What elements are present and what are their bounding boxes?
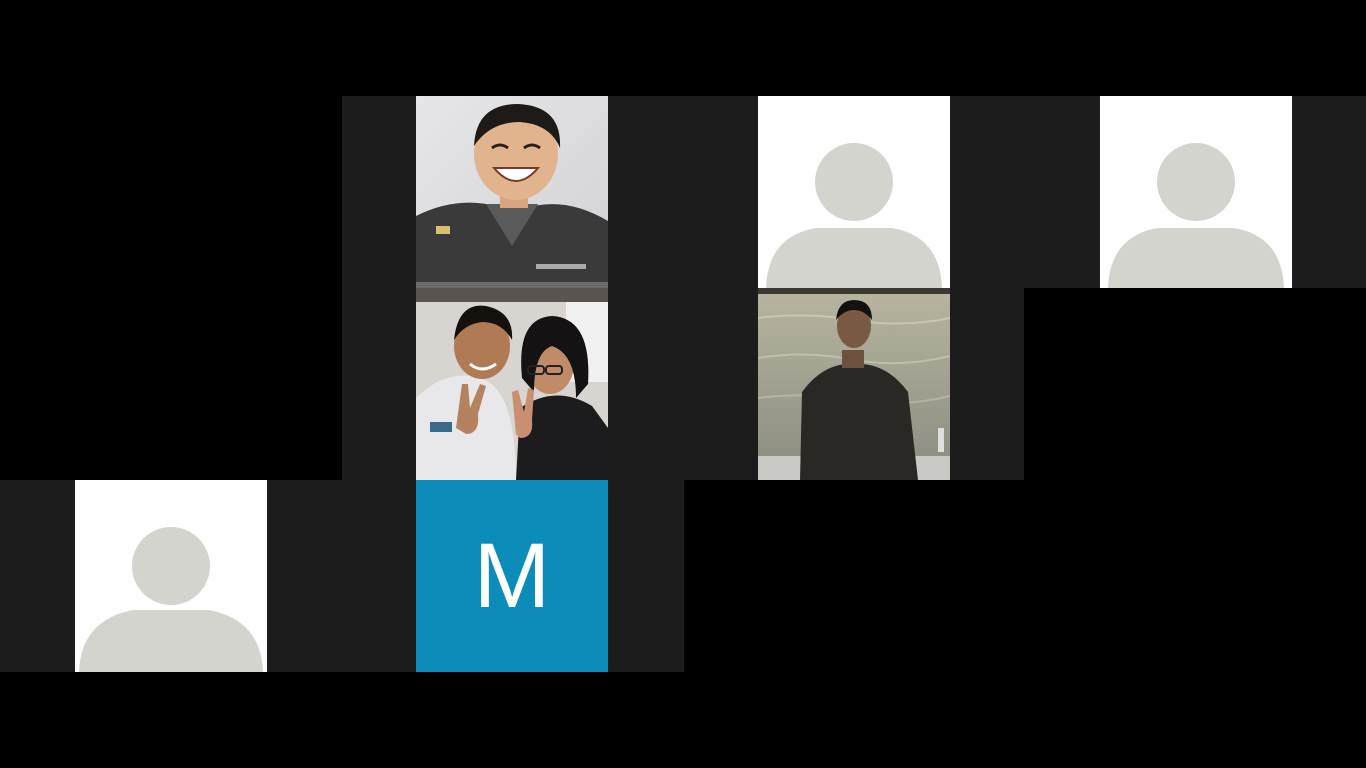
two-people-peace-sign-photo [416,288,608,480]
participant-avatar-tile[interactable] [75,480,267,672]
default-avatar-icon [75,480,267,672]
participant-avatar-tile[interactable] [1100,96,1292,288]
video-gallery: M [0,0,1366,768]
participant-video-tile[interactable] [416,96,608,288]
person-by-lake-photo [758,288,950,480]
participant-initial-tile[interactable]: M [416,480,608,672]
default-avatar-icon [758,96,950,288]
participant-video-tile[interactable] [416,288,608,480]
default-avatar-icon [1100,96,1292,288]
person-smiling-photo [416,96,608,288]
participant-initial: M [473,525,551,627]
participant-video-tile[interactable] [758,288,950,480]
participant-avatar-tile[interactable] [758,96,950,288]
